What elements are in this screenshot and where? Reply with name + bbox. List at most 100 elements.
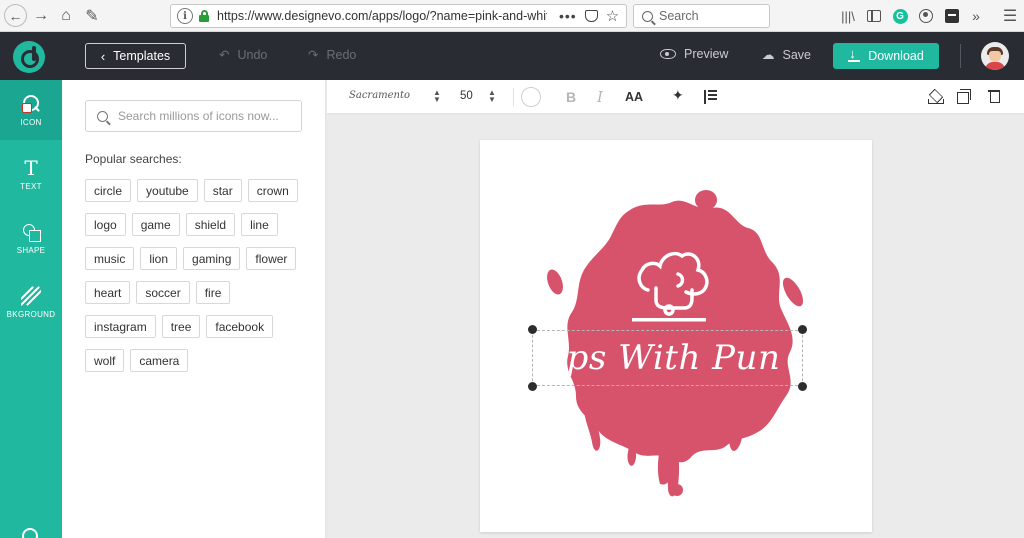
home-icon: ⌂ — [61, 7, 71, 24]
tag-row: logo game shield line — [85, 213, 315, 236]
line-spacing-icon[interactable] — [703, 90, 717, 104]
browser-search-placeholder: Search — [659, 9, 699, 23]
avatar[interactable] — [981, 42, 1009, 70]
pocket-icon[interactable] — [584, 10, 598, 22]
arrow-right-icon: → — [33, 7, 49, 24]
download-button[interactable]: Download — [833, 43, 939, 69]
wrench-icon: ✎ — [85, 8, 99, 25]
chevron-left-icon: ‹ — [100, 48, 106, 64]
toolbar-divider — [513, 88, 514, 106]
info-icon[interactable]: i — [177, 8, 193, 24]
tag-row: circle youtube star crown — [85, 179, 315, 202]
tag-lion[interactable]: lion — [140, 247, 178, 270]
account-icon[interactable] — [916, 6, 936, 26]
tag-row: wolf camera — [85, 349, 315, 372]
tools-button[interactable]: ✎ — [80, 4, 104, 28]
text-selection-box[interactable] — [532, 330, 803, 386]
tool-text-label: TEXT — [20, 181, 42, 191]
overflow-chevron-icon[interactable]: » — [966, 6, 986, 26]
undo-label: Undo — [237, 47, 268, 62]
tag-line[interactable]: line — [241, 213, 278, 236]
tag-music[interactable]: music — [85, 247, 135, 270]
background-icon — [21, 285, 41, 306]
hamburger-menu-icon[interactable]: ☰ — [1000, 6, 1020, 26]
font-family-select[interactable]: Sacramento — [349, 90, 410, 101]
tool-text[interactable]: T TEXT — [0, 144, 62, 204]
search-icon — [642, 10, 653, 22]
tag-gaming[interactable]: gaming — [183, 247, 241, 270]
tag-star[interactable]: star — [203, 179, 242, 202]
browser-search-input[interactable]: Search — [633, 4, 770, 28]
settings-gear-icon[interactable] — [22, 528, 38, 538]
save-button[interactable]: ☁ Save — [762, 47, 812, 63]
redo-button[interactable]: ↷ Redo — [308, 47, 356, 63]
text-toolbar: Sacramento ▲ ▼ 50 ▲ ▼ B I AA ✦ — [327, 80, 1024, 114]
tag-camera[interactable]: camera — [130, 349, 189, 372]
templates-button[interactable]: ‹ Templates — [85, 43, 186, 69]
download-icon — [848, 46, 861, 62]
tag-shield[interactable]: shield — [185, 213, 236, 236]
library-icon[interactable]: |||\ — [838, 6, 858, 26]
magic-effect-icon[interactable]: ✦ — [672, 87, 684, 104]
resize-handle-bottom-left[interactable] — [528, 382, 537, 391]
tool-icon-label: ICON — [20, 117, 42, 127]
icon-search-input[interactable] — [118, 109, 298, 123]
resize-handle-top-right[interactable] — [798, 325, 807, 334]
tool-background[interactable]: BKGROUND — [0, 272, 62, 332]
extension-icon[interactable] — [942, 6, 962, 26]
trash-icon[interactable] — [988, 89, 1000, 103]
resize-handle-bottom-right[interactable] — [798, 382, 807, 391]
resize-handle-top-left[interactable] — [528, 325, 537, 334]
mouse-cursor-icon — [22, 103, 32, 113]
save-label: Save — [782, 47, 812, 62]
tag-circle[interactable]: circle — [85, 179, 132, 202]
tag-youtube[interactable]: youtube — [137, 179, 198, 202]
home-button[interactable]: ⌂ — [54, 4, 78, 28]
italic-button[interactable]: I — [597, 88, 603, 106]
bookmark-star-icon[interactable]: ☆ — [606, 7, 619, 25]
undo-button[interactable]: ↶ Undo — [219, 47, 268, 63]
text-color-swatch[interactable] — [521, 87, 541, 107]
popular-tags: circle youtube star crown logo game shie… — [85, 179, 315, 383]
address-bar[interactable]: i https://www.designevo.com/apps/logo/?n… — [170, 4, 627, 28]
preview-button[interactable]: Preview — [660, 47, 728, 61]
undo-icon: ↶ — [219, 48, 230, 62]
header-divider — [960, 44, 961, 68]
tool-background-label: BKGROUND — [6, 309, 56, 319]
uppercase-button[interactable]: AA — [625, 90, 643, 104]
font-size-input[interactable]: 50 — [460, 90, 473, 102]
tool-rail: ICON T TEXT SHAPE BKGROUND — [0, 80, 62, 538]
logo-underline — [632, 318, 706, 322]
app-header: ‹ Templates ↶ Undo ↷ Redo Preview ☁ Save… — [0, 32, 1024, 80]
url-text[interactable]: https://www.designevo.com/apps/logo/?nam… — [217, 9, 547, 23]
page-actions-icon[interactable]: ••• — [559, 8, 577, 24]
eye-icon — [660, 49, 676, 59]
tag-wolf[interactable]: wolf — [85, 349, 125, 372]
tag-flower[interactable]: flower — [246, 247, 297, 270]
tag-soccer[interactable]: soccer — [136, 281, 190, 304]
tag-tree[interactable]: tree — [161, 315, 201, 338]
tool-shape[interactable]: SHAPE — [0, 208, 62, 268]
font-select-arrows-icon[interactable]: ▲ ▼ — [433, 89, 441, 104]
designevo-logo[interactable] — [13, 41, 45, 73]
tag-instagram[interactable]: instagram — [85, 315, 156, 338]
artboard[interactable]: Tips With Pun — [480, 140, 872, 532]
font-size-stepper-icon[interactable]: ▲ ▼ — [488, 89, 496, 104]
bold-button[interactable]: B — [566, 89, 576, 105]
tag-crown[interactable]: crown — [247, 179, 298, 202]
tag-game[interactable]: game — [131, 213, 180, 236]
grammarly-icon[interactable]: G — [890, 6, 910, 26]
tool-shape-label: SHAPE — [16, 245, 46, 255]
forward-button[interactable]: → — [29, 4, 53, 28]
download-label: Download — [868, 49, 924, 63]
templates-label: Templates — [113, 49, 171, 63]
tag-fire[interactable]: fire — [195, 281, 231, 304]
tag-logo[interactable]: logo — [85, 213, 126, 236]
tag-facebook[interactable]: facebook — [206, 315, 274, 338]
layers-icon[interactable] — [927, 89, 944, 105]
sidebar-toggle-icon[interactable] — [864, 6, 884, 26]
duplicate-icon[interactable] — [957, 89, 971, 104]
tag-heart[interactable]: heart — [85, 281, 131, 304]
icon-search-box[interactable] — [85, 100, 302, 132]
back-button[interactable]: ← — [4, 4, 27, 27]
